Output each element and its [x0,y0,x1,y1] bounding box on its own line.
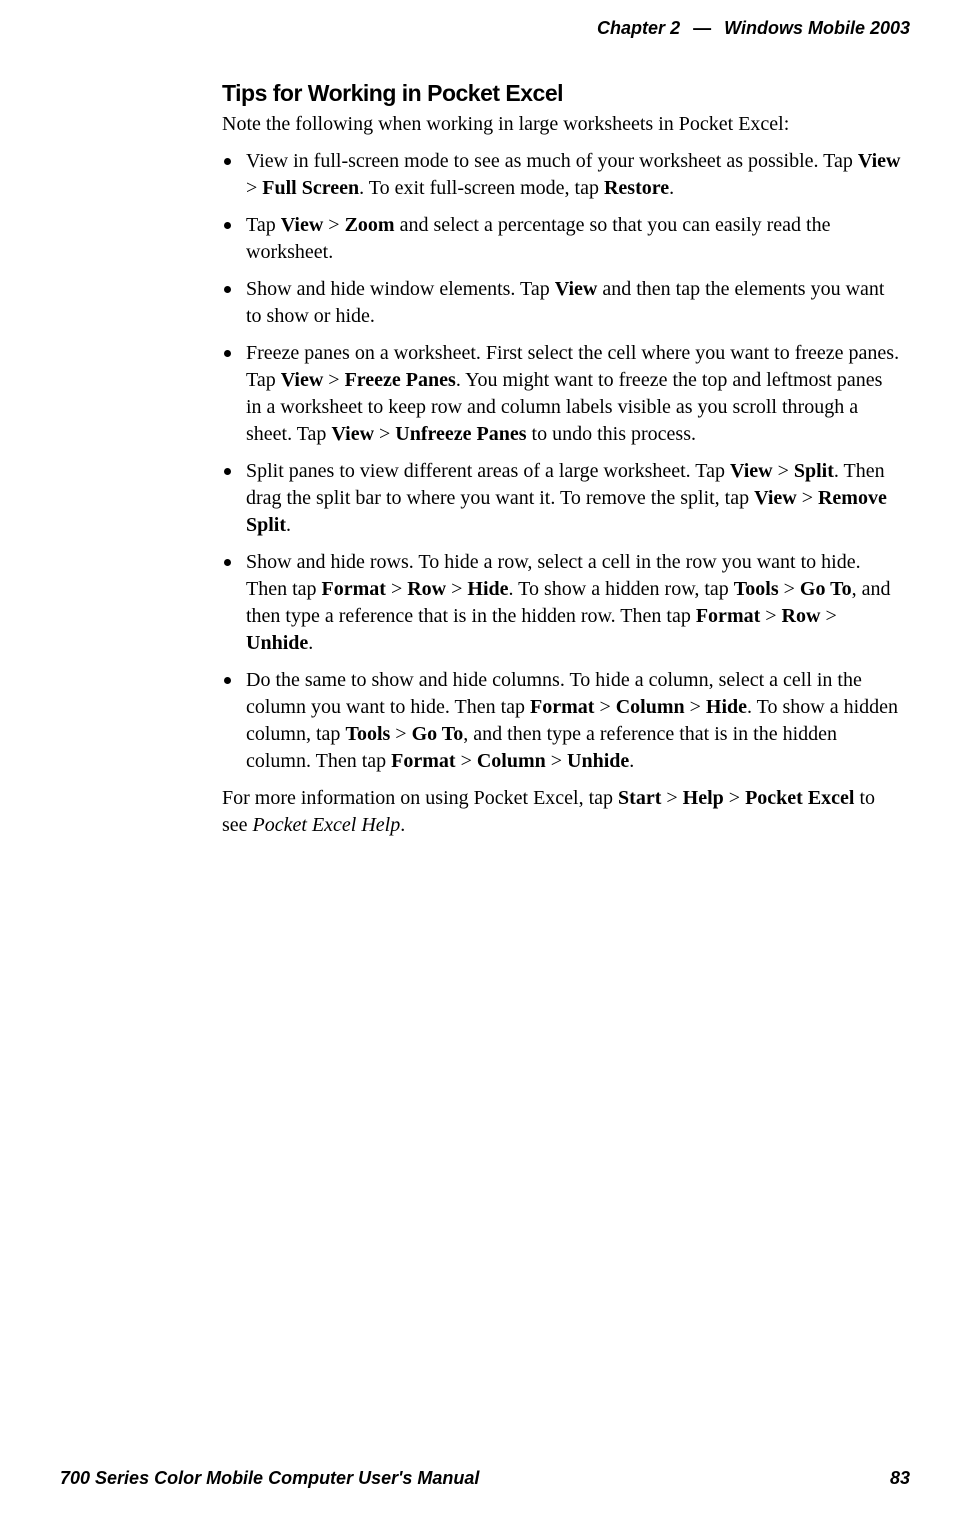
page-header: Chapter 2 — Windows Mobile 2003 [597,18,910,39]
menu-ref: Tools [734,578,779,600]
menu-ref: Split [794,460,834,482]
menu-ref: Freeze Panes [345,369,456,391]
menu-ref: Unhide [567,750,629,772]
text: Split panes to view different areas of a… [246,460,730,482]
menu-ref: Format [322,578,386,600]
text: . [286,514,291,536]
list-item: Show and hide window elements. Tap View … [222,276,902,330]
list-item: View in full-screen mode to see as much … [222,148,902,202]
text: . To exit full-screen mode, tap [359,177,604,199]
text: > [594,696,615,718]
menu-ref: View [858,150,901,172]
text: > [386,578,407,600]
menu-ref: View [331,423,374,445]
menu-ref: Unfreeze Panes [395,423,526,445]
text: . [400,814,405,836]
text: . To show a hidden row, tap [509,578,734,600]
section-title: Tips for Working in Pocket Excel [222,80,902,107]
text: > [773,460,794,482]
menu-ref: View [555,278,598,300]
closing-paragraph: For more information on using Pocket Exc… [222,785,902,839]
list-item: Show and hide rows. To hide a row, selec… [222,549,902,657]
text: > [374,423,395,445]
help-title: Pocket Excel Help [253,814,401,836]
footer-title: 700 Series Color Mobile Computer User's … [60,1468,479,1489]
menu-ref: Tools [345,723,390,745]
menu-ref: Help [683,787,724,809]
main-content: Tips for Working in Pocket Excel Note th… [222,80,902,839]
text: Tap [246,214,281,236]
text: > [446,578,467,600]
menu-ref: Format [696,605,760,627]
text: > [661,787,682,809]
text: > [390,723,411,745]
text: > [246,177,262,199]
menu-ref: Column [477,750,546,772]
text: . [629,750,634,772]
menu-ref: Zoom [345,214,395,236]
list-item: Do the same to show and hide columns. To… [222,667,902,775]
menu-ref: Restore [604,177,669,199]
menu-ref: Unhide [246,632,308,654]
menu-ref: Go To [800,578,852,600]
page-footer: 700 Series Color Mobile Computer User's … [60,1468,910,1489]
text: > [797,487,818,509]
menu-ref: Format [530,696,594,718]
header-separator: — [693,18,711,38]
list-item: Freeze panes on a worksheet. First selec… [222,340,902,448]
menu-ref: Pocket Excel [745,787,854,809]
menu-ref: View [281,214,324,236]
section-intro: Note the following when working in large… [222,111,902,138]
menu-ref: Column [616,696,685,718]
text: Show and hide window elements. Tap [246,278,555,300]
menu-ref: Full Screen [262,177,359,199]
text: View in full-screen mode to see as much … [246,150,858,172]
chapter-label: Chapter [597,18,665,38]
text: > [323,369,344,391]
text: > [685,696,706,718]
list-item: Tap View > Zoom and select a percentage … [222,212,902,266]
menu-ref: Start [618,787,661,809]
menu-ref: Format [391,750,455,772]
tips-list: View in full-screen mode to see as much … [222,148,902,775]
text: > [546,750,567,772]
text: For more information on using Pocket Exc… [222,787,618,809]
list-item: Split panes to view different areas of a… [222,458,902,539]
text: > [820,605,836,627]
menu-ref: View [730,460,773,482]
text: > [760,605,781,627]
menu-ref: View [754,487,797,509]
text: > [456,750,477,772]
menu-ref: Hide [467,578,508,600]
menu-ref: View [281,369,324,391]
text: to undo this process. [527,423,696,445]
text: > [724,787,745,809]
menu-ref: Go To [412,723,464,745]
document-title: Windows Mobile 2003 [724,18,910,38]
text: . [308,632,313,654]
text: > [779,578,800,600]
menu-ref: Row [782,605,821,627]
chapter-number: 2 [670,18,680,38]
menu-ref: Hide [706,696,747,718]
menu-ref: Row [407,578,446,600]
text: . [669,177,674,199]
text: > [323,214,344,236]
page-number: 83 [890,1468,910,1489]
